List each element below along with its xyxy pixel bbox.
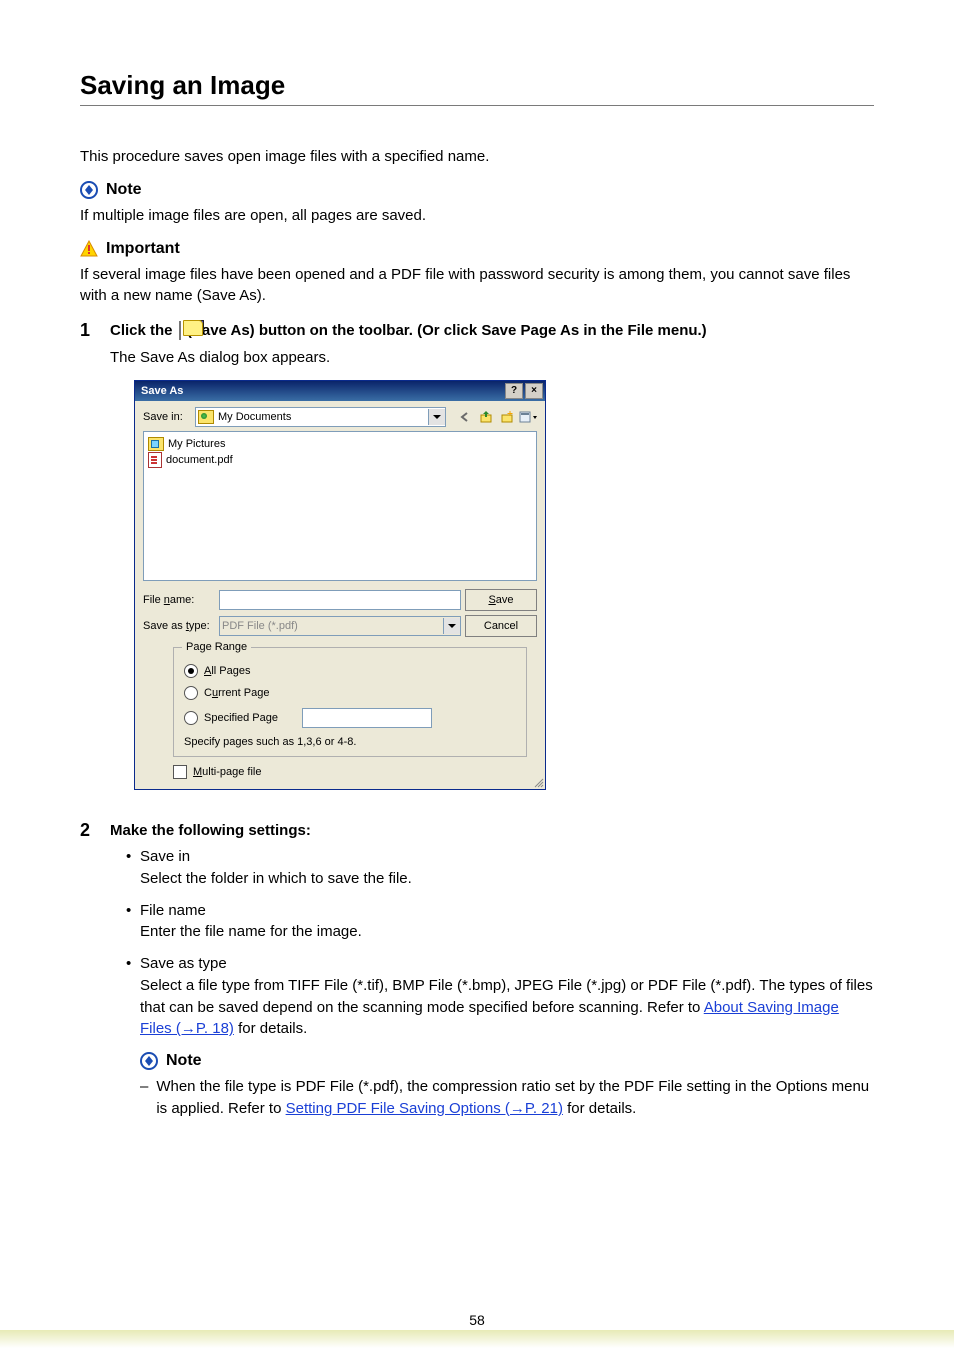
dialog-title: Save As (141, 385, 183, 397)
title-rule (80, 105, 874, 106)
save-as-type-value: PDF File (*.pdf) (222, 620, 298, 632)
step-1-text-pre: Click the (110, 322, 177, 339)
specified-page-input[interactable] (302, 708, 432, 728)
save-as-toolbar-icon (179, 322, 181, 339)
intro-text: This procedure saves open image files wi… (80, 146, 874, 167)
radio-label: Current Page (204, 687, 269, 699)
bullet-save-as-type: Save as type Select a file type from TIF… (140, 953, 874, 1040)
step-1: 1 Click the (Save As) button on the tool… (80, 320, 874, 800)
dropdown-arrow-icon[interactable] (428, 409, 445, 425)
radio-current-page[interactable]: Current Page (184, 686, 516, 700)
file-name-label: File name: (143, 594, 215, 606)
pdf-file-icon (148, 452, 162, 468)
sub-note-heading: Note (140, 1052, 874, 1070)
bullet-title: File name (140, 900, 874, 922)
note-heading: Note (80, 181, 874, 199)
file-item-my-pictures[interactable]: My Pictures (148, 436, 532, 452)
resize-handle-icon[interactable] (532, 776, 544, 788)
dropdown-arrow-icon[interactable] (443, 618, 460, 634)
new-folder-icon[interactable] (498, 408, 516, 426)
radio-label: All Pages (204, 665, 250, 677)
save-as-type-label: Save as type: (143, 620, 215, 632)
multi-page-checkbox-row[interactable]: Multi-page file (173, 765, 537, 779)
step-2: 2 Make the following settings: Save in S… (80, 820, 874, 1120)
cancel-button[interactable]: Cancel (465, 615, 537, 637)
checkbox-label: Multi-page file (193, 766, 262, 778)
page-range-legend: Page Range (182, 641, 251, 653)
note-text: If multiple image files are open, all pa… (80, 205, 874, 226)
dash: – (140, 1076, 148, 1120)
radio-icon (184, 664, 198, 678)
file-item-label: My Pictures (168, 436, 225, 452)
bullet-file-name: File name Enter the file name for the im… (140, 900, 874, 944)
page-range-hint: Specify pages such as 1,3,6 or 4-8. (184, 736, 516, 748)
bullet-body: Select the folder in which to save the f… (140, 868, 874, 890)
step-1-text-post: (Save As) button on the toolbar. (Or cli… (187, 322, 707, 339)
page-number: 58 (0, 1312, 954, 1328)
page-range-group: Page Range All Pages Current Page Specif… (173, 647, 527, 757)
help-button[interactable]: ? (505, 383, 523, 399)
file-list-area[interactable]: My Pictures document.pdf (143, 431, 537, 581)
up-one-level-icon[interactable] (477, 408, 495, 426)
step-number: 1 (80, 320, 98, 800)
file-item-document-pdf[interactable]: document.pdf (148, 452, 532, 468)
important-text: If several image files have been opened … (80, 264, 874, 306)
step-1-sub: The Save As dialog box appears. (110, 349, 874, 366)
folder-icon (198, 410, 214, 424)
important-icon (80, 240, 98, 258)
step-2-main: Make the following settings: (110, 820, 874, 843)
radio-all-pages[interactable]: All Pages (184, 664, 516, 678)
view-menu-icon[interactable] (519, 408, 537, 426)
note-label: Note (106, 181, 142, 199)
note-icon (80, 181, 98, 199)
radio-icon (184, 686, 198, 700)
bullet-title: Save in (140, 846, 874, 868)
page-title: Saving an Image (80, 70, 874, 101)
bullet-title: Save as type (140, 953, 874, 975)
step-number: 2 (80, 820, 98, 1120)
file-name-input[interactable] (219, 590, 461, 610)
save-in-value: My Documents (218, 411, 291, 423)
radio-label: Specified Page (204, 712, 296, 724)
save-in-combo[interactable]: My Documents (195, 407, 446, 427)
radio-icon (184, 711, 198, 725)
link-setting-pdf-saving-options[interactable]: Setting PDF File Saving Options (→P. 21) (286, 1100, 563, 1117)
radio-specified-page[interactable]: Specified Page (184, 708, 516, 728)
important-heading: Important (80, 240, 874, 258)
footer-bar (0, 1330, 954, 1348)
pictures-folder-icon (148, 437, 164, 451)
save-as-dialog: Save As ? × Save in: My Documents (134, 380, 546, 790)
save-as-type-combo[interactable]: PDF File (*.pdf) (219, 616, 461, 636)
important-label: Important (106, 240, 180, 258)
note-icon (140, 1052, 158, 1070)
back-icon[interactable] (456, 408, 474, 426)
checkbox-icon (173, 765, 187, 779)
save-button[interactable]: Save (465, 589, 537, 611)
dialog-titlebar: Save As ? × (135, 381, 545, 401)
note-label: Note (166, 1052, 202, 1070)
bullet-body: Select a file type from TIFF File (*.tif… (140, 975, 874, 1040)
sub-note: – When the file type is PDF File (*.pdf)… (140, 1076, 874, 1120)
save-in-label: Save in: (143, 411, 191, 423)
file-item-label: document.pdf (166, 452, 233, 468)
bullet-body: Enter the file name for the image. (140, 921, 874, 943)
sub-note-text: When the file type is PDF File (*.pdf), … (156, 1076, 874, 1120)
close-button[interactable]: × (525, 383, 543, 399)
bullet-save-in: Save in Select the folder in which to sa… (140, 846, 874, 890)
